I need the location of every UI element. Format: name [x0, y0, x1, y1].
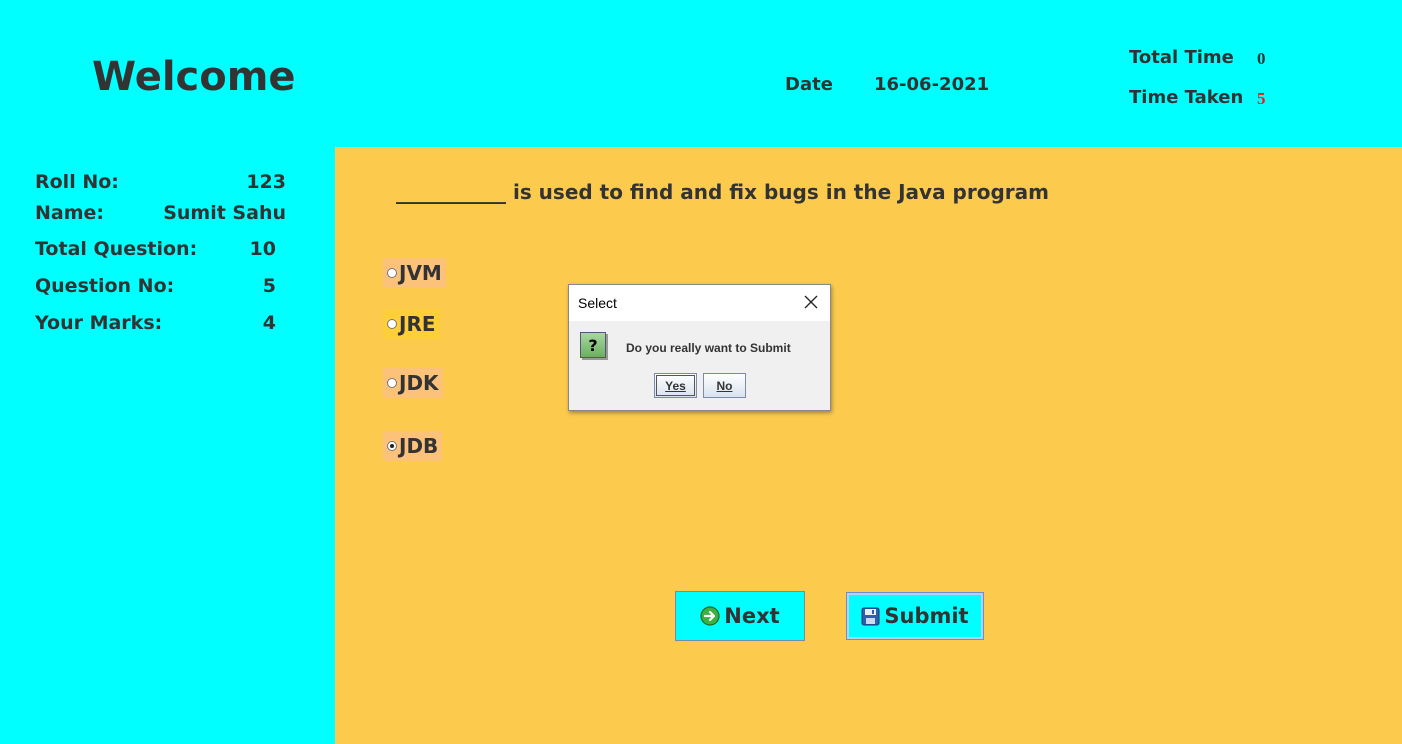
radio-icon[interactable] — [387, 378, 397, 388]
option-jdb[interactable]: JDB — [383, 431, 443, 461]
welcome-title: Welcome — [92, 54, 296, 100]
option-jre[interactable]: JRE — [383, 309, 440, 339]
save-icon — [861, 607, 880, 625]
question-no-value: 5 — [262, 275, 276, 297]
your-marks-label: Your Marks: — [35, 312, 163, 334]
dialog-title: Select — [578, 295, 617, 311]
option-label: JDB — [399, 434, 439, 458]
option-jdk[interactable]: JDK — [383, 368, 443, 398]
submit-button[interactable]: Submit — [846, 592, 984, 640]
roll-no-value: 123 — [246, 171, 286, 193]
close-icon[interactable] — [804, 295, 818, 309]
radio-icon[interactable] — [387, 268, 397, 278]
time-taken-value: 5 — [1257, 89, 1266, 108]
date-label: Date — [785, 74, 833, 95]
name-value: Sumit Sahu — [163, 202, 286, 224]
total-time-value: 0 — [1257, 49, 1266, 68]
radio-selected-icon[interactable] — [387, 441, 397, 451]
question-no-label: Question No: — [35, 275, 175, 297]
submit-label: Submit — [884, 604, 969, 628]
option-label: JRE — [399, 312, 436, 336]
dialog-message: Do you really want to Submit — [626, 341, 791, 355]
total-time-label: Total Time — [1129, 47, 1234, 68]
confirm-dialog: Select ? Do you really want to Submit Ye… — [568, 284, 831, 411]
date-value: 16-06-2021 — [874, 74, 990, 95]
total-question-value: 10 — [249, 238, 276, 260]
option-label: JDK — [399, 371, 439, 395]
next-button[interactable]: Next — [675, 591, 805, 641]
yes-button[interactable]: Yes — [654, 373, 697, 398]
arrow-right-icon — [700, 606, 720, 626]
question-text: ___________ is used to find and fix bugs… — [396, 180, 1049, 204]
question-panel — [335, 147, 1402, 744]
your-marks-value: 4 — [262, 312, 276, 334]
option-jvm[interactable]: JVM — [383, 258, 446, 288]
next-label: Next — [724, 604, 780, 628]
name-label: Name: — [35, 202, 105, 224]
no-button[interactable]: No — [703, 373, 746, 398]
total-question-label: Total Question: — [35, 238, 198, 260]
question-icon: ? — [580, 332, 606, 358]
dialog-titlebar[interactable]: Select — [569, 285, 830, 321]
radio-icon[interactable] — [387, 319, 397, 329]
option-label: JVM — [399, 261, 442, 285]
time-taken-label: Time Taken — [1129, 87, 1244, 108]
roll-no-label: Roll No: — [35, 171, 119, 193]
